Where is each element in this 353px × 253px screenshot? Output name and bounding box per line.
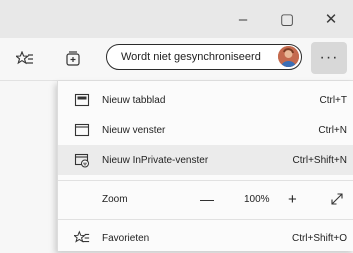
zoom-level: 100%	[244, 193, 270, 205]
menu-item-shortcut: Ctrl+N	[318, 124, 347, 136]
zoom-in-button[interactable]: +	[288, 191, 297, 208]
menu-item-shortcut: Ctrl+Shift+N	[292, 154, 347, 166]
favorites-bar-icon[interactable]	[12, 46, 38, 72]
menu-divider	[58, 180, 353, 181]
browser-toolbar: Wordt niet gesynchroniseerd ···	[0, 38, 353, 81]
title-bar: – ▢ ✕	[0, 0, 353, 38]
maximize-button[interactable]: ▢	[265, 0, 309, 38]
menu-item-shortcut: Ctrl+T	[319, 94, 348, 106]
profile-button[interactable]: Wordt niet gesynchroniseerd	[106, 44, 302, 70]
settings-and-more-button[interactable]: ···	[311, 42, 347, 74]
profile-sync-status: Wordt niet gesynchroniseerd	[121, 51, 261, 63]
menu-item-zoom: Zoom — 100% +	[58, 184, 353, 214]
favorites-icon	[72, 230, 90, 246]
menu-item-label: Favorieten	[102, 232, 150, 244]
menu-item-new-window[interactable]: Nieuw venster Ctrl+N	[58, 115, 353, 145]
close-button[interactable]: ✕	[309, 0, 353, 38]
menu-item-favorites[interactable]: Favorieten Ctrl+Shift+O	[58, 223, 353, 253]
zoom-label: Zoom	[102, 193, 128, 205]
menu-item-label: Nieuw InPrivate-venster	[102, 154, 209, 166]
zoom-out-button[interactable]: —	[200, 191, 214, 207]
menu-item-shortcut: Ctrl+Shift+O	[291, 232, 347, 244]
new-tab-icon	[74, 92, 90, 108]
fullscreen-icon[interactable]	[330, 192, 344, 209]
minimize-button[interactable]: –	[221, 0, 265, 38]
menu-divider	[58, 219, 353, 220]
menu-item-new-tab[interactable]: Nieuw tabblad Ctrl+T	[58, 85, 353, 115]
settings-menu: Nieuw tabblad Ctrl+T Nieuw venster Ctrl+…	[57, 81, 353, 251]
menu-item-new-inprivate-window[interactable]: Nieuw InPrivate-venster Ctrl+Shift+N	[58, 145, 353, 175]
avatar	[278, 46, 299, 67]
new-window-icon	[74, 122, 90, 138]
inprivate-window-icon	[74, 152, 90, 168]
collections-icon[interactable]	[60, 46, 86, 72]
menu-item-label: Nieuw tabblad	[102, 94, 166, 106]
menu-item-label: Nieuw venster	[102, 124, 166, 136]
